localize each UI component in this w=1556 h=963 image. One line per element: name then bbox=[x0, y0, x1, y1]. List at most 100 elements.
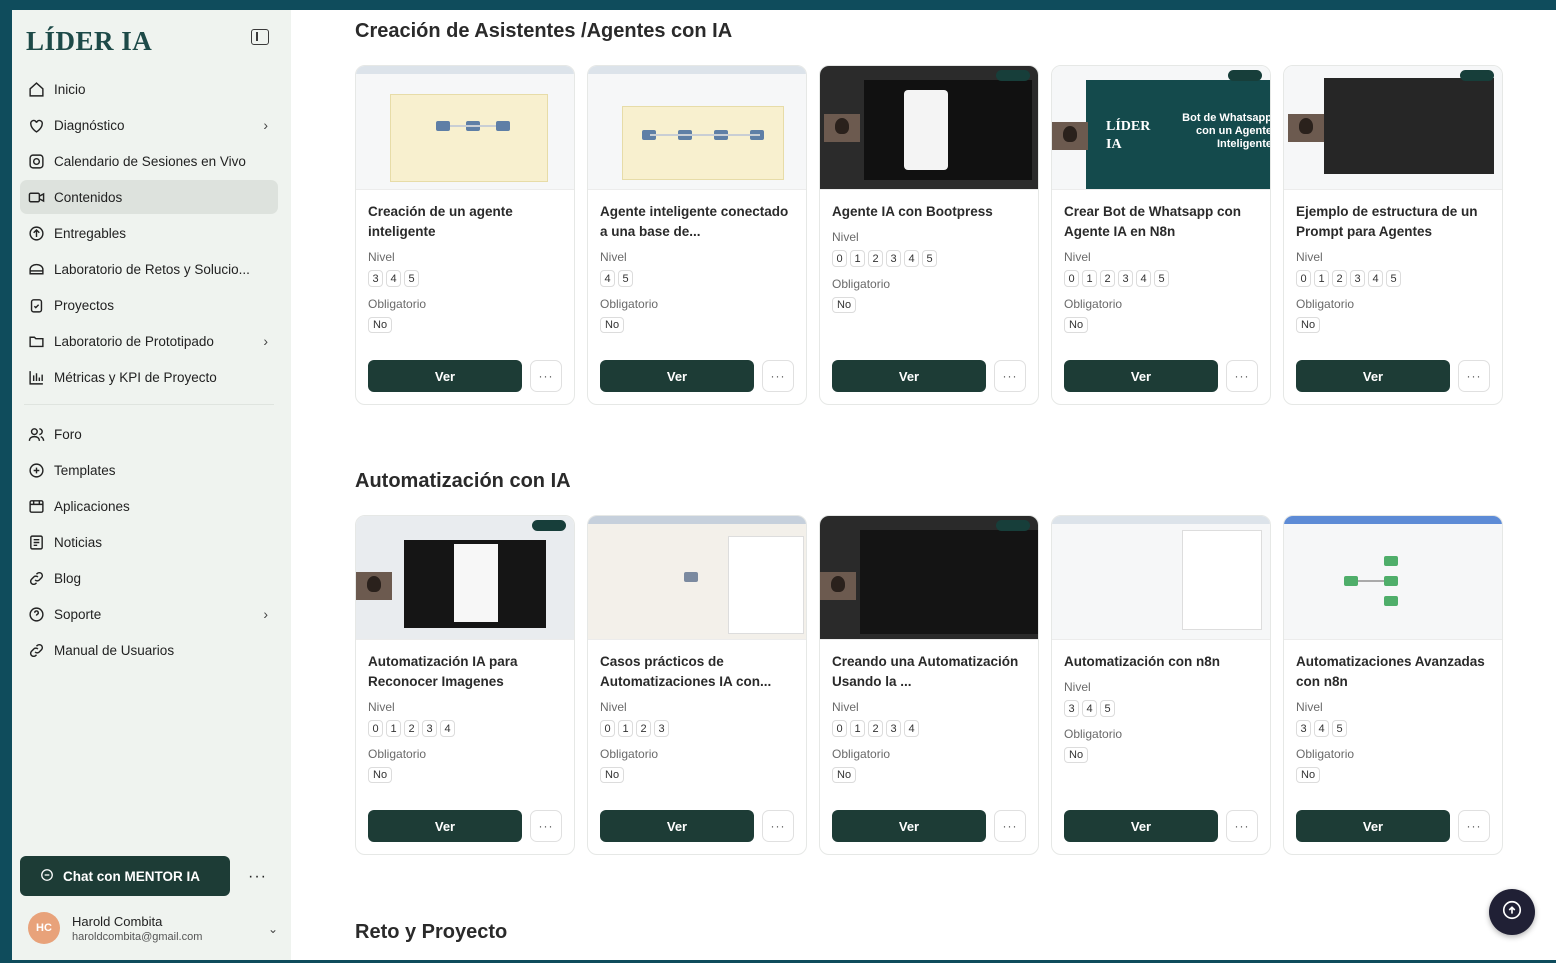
required-badge: No bbox=[600, 767, 625, 783]
more-options-button[interactable]: ··· bbox=[762, 360, 794, 392]
sidebar-item-label: Diagnóstico bbox=[54, 117, 125, 133]
video-thumbnail[interactable]: LÍDER IA Bot de Whatsapp con un Agente In… bbox=[1052, 66, 1270, 190]
video-thumbnail[interactable] bbox=[820, 516, 1038, 640]
content-card[interactable]: Casos prácticos de Automatizaciones IA c… bbox=[587, 515, 807, 855]
avatar: HC bbox=[28, 912, 60, 944]
level-chip: 4 bbox=[904, 250, 919, 267]
help-icon bbox=[26, 604, 46, 624]
video-thumbnail[interactable] bbox=[588, 516, 806, 640]
ver-button[interactable]: Ver bbox=[1064, 810, 1218, 842]
required-badge: No bbox=[1296, 767, 1321, 783]
thumbnail-logo: LÍDER IA bbox=[1106, 119, 1151, 152]
sidebar-item-metricas[interactable]: Métricas y KPI de Proyecto bbox=[20, 360, 278, 394]
calendar-icon bbox=[26, 151, 46, 171]
content-card[interactable]: Automatización con n8n Nivel 3 4 5 Obligatori… bbox=[1051, 515, 1271, 855]
level-chip: 4 bbox=[386, 270, 401, 287]
more-options-button[interactable]: ··· bbox=[994, 810, 1026, 842]
sidebar-item-soporte[interactable]: Soporte › bbox=[20, 597, 278, 631]
cloud-upload-button[interactable] bbox=[1489, 889, 1535, 935]
ver-button[interactable]: Ver bbox=[600, 810, 754, 842]
sidebar-item-proyectos[interactable]: Proyectos bbox=[20, 288, 278, 322]
app-window: LÍDER IA Inicio Diagnóstico › Calendario… bbox=[12, 10, 1556, 960]
content-card[interactable]: Creando una Automatización Usando la ...… bbox=[819, 515, 1039, 855]
level-chip: 4 bbox=[600, 270, 615, 287]
required-label: Obligatorio bbox=[1296, 747, 1355, 761]
sidebar-item-aplicaciones[interactable]: Aplicaciones bbox=[20, 489, 278, 523]
level-chips: 01234 bbox=[368, 720, 562, 737]
level-chip: 4 bbox=[1082, 700, 1097, 717]
required-label: Obligatorio bbox=[1064, 297, 1123, 311]
ver-button[interactable]: Ver bbox=[1064, 360, 1218, 392]
content-card[interactable]: Automatización IA para Reconocer Imagene… bbox=[355, 515, 575, 855]
content-card[interactable]: LÍDER IA Bot de Whatsapp con un Agente In… bbox=[1051, 65, 1271, 405]
sidebar-item-laboratorio-prototipado[interactable]: Laboratorio de Prototipado › bbox=[20, 324, 278, 358]
more-options-button[interactable]: ··· bbox=[1226, 810, 1258, 842]
level-chip: 5 bbox=[1100, 700, 1115, 717]
chat-mentor-button[interactable]: Chat con MENTOR IA bbox=[20, 856, 230, 896]
video-thumbnail[interactable] bbox=[1052, 516, 1270, 640]
cloud-upload-icon bbox=[1501, 899, 1523, 926]
sidebar-item-laboratorio-retos[interactable]: Laboratorio de Retos y Solucio... bbox=[20, 252, 278, 286]
lab-icon bbox=[26, 259, 46, 279]
ver-button[interactable]: Ver bbox=[368, 360, 522, 392]
level-chip: 2 bbox=[868, 720, 883, 737]
more-options-button[interactable]: ··· bbox=[762, 810, 794, 842]
level-chip: 2 bbox=[636, 720, 651, 737]
ver-button[interactable]: Ver bbox=[832, 360, 986, 392]
more-options-button[interactable]: ··· bbox=[1226, 360, 1258, 392]
ver-button[interactable]: Ver bbox=[368, 810, 522, 842]
sidebar-item-diagnostico[interactable]: Diagnóstico › bbox=[20, 108, 278, 142]
sidebar-item-noticias[interactable]: Noticias bbox=[20, 525, 278, 559]
video-thumbnail[interactable] bbox=[356, 66, 574, 190]
chart-icon bbox=[26, 367, 46, 387]
level-chips: 45 bbox=[600, 270, 794, 287]
sidebar-item-entregables[interactable]: Entregables bbox=[20, 216, 278, 250]
ver-button[interactable]: Ver bbox=[1296, 360, 1450, 392]
level-chip: 4 bbox=[1314, 720, 1329, 737]
sidebar-more-button[interactable]: ··· bbox=[248, 868, 267, 886]
level-chip: 1 bbox=[850, 250, 865, 267]
sidebar-item-calendario[interactable]: Calendario de Sesiones en Vivo bbox=[20, 144, 278, 178]
sidebar-item-contenidos[interactable]: Contenidos bbox=[20, 180, 278, 214]
card-title: Crear Bot de Whatsapp con Agente IA en N… bbox=[1064, 204, 1242, 239]
ver-button[interactable]: Ver bbox=[1296, 810, 1450, 842]
required-badge: No bbox=[832, 297, 857, 313]
video-thumbnail[interactable] bbox=[820, 66, 1038, 190]
sidebar-item-label: Noticias bbox=[54, 534, 103, 550]
content-card[interactable]: Ejemplo de estructura de un Prompt para … bbox=[1283, 65, 1503, 405]
user-menu[interactable]: HC Harold Combita haroldcombita@gmail.co… bbox=[28, 912, 278, 944]
level-chips: 345 bbox=[1064, 700, 1258, 717]
sidebar-item-inicio[interactable]: Inicio bbox=[20, 72, 278, 106]
content-card[interactable]: Agente IA con Bootpress Nivel 0 1 2 3 4 5 Obliga… bbox=[819, 65, 1039, 405]
level-chip: 4 bbox=[1136, 270, 1151, 287]
content-card[interactable]: Creación de un agente inteligente Nivel 3 4… bbox=[355, 65, 575, 405]
video-thumbnail[interactable] bbox=[1284, 516, 1502, 640]
video-thumbnail[interactable] bbox=[1284, 66, 1502, 190]
more-options-button[interactable]: ··· bbox=[530, 810, 562, 842]
brand-logo[interactable]: LÍDER IA bbox=[26, 26, 152, 57]
sidebar-divider bbox=[24, 404, 274, 405]
video-thumbnail[interactable] bbox=[356, 516, 574, 640]
sidebar-collapse-icon[interactable] bbox=[251, 29, 269, 45]
sidebar-item-blog[interactable]: Blog bbox=[20, 561, 278, 595]
content-card[interactable]: Automatizaciones Avanzadas con n8n Nivel 3… bbox=[1283, 515, 1503, 855]
sidebar-item-manual[interactable]: Manual de Usuarios bbox=[20, 633, 278, 667]
video-thumbnail[interactable] bbox=[588, 66, 806, 190]
more-options-button[interactable]: ··· bbox=[994, 360, 1026, 392]
level-chip: 5 bbox=[922, 250, 937, 267]
user-email: haroldcombita@gmail.com bbox=[72, 930, 203, 943]
more-options-button[interactable]: ··· bbox=[530, 360, 562, 392]
required-badge: No bbox=[368, 767, 393, 783]
level-chip: 0 bbox=[1064, 270, 1079, 287]
more-options-button[interactable]: ··· bbox=[1458, 360, 1490, 392]
level-label: Nivel bbox=[368, 700, 395, 714]
ver-button[interactable]: Ver bbox=[832, 810, 986, 842]
link-icon bbox=[26, 568, 46, 588]
sidebar-item-templates[interactable]: Templates bbox=[20, 453, 278, 487]
content-card[interactable]: Agente inteligente conectado a una base … bbox=[587, 65, 807, 405]
ver-button[interactable]: Ver bbox=[600, 360, 754, 392]
house-icon bbox=[26, 79, 46, 99]
sidebar-item-foro[interactable]: Foro bbox=[20, 417, 278, 451]
more-options-button[interactable]: ··· bbox=[1458, 810, 1490, 842]
required-badge: No bbox=[368, 317, 393, 333]
